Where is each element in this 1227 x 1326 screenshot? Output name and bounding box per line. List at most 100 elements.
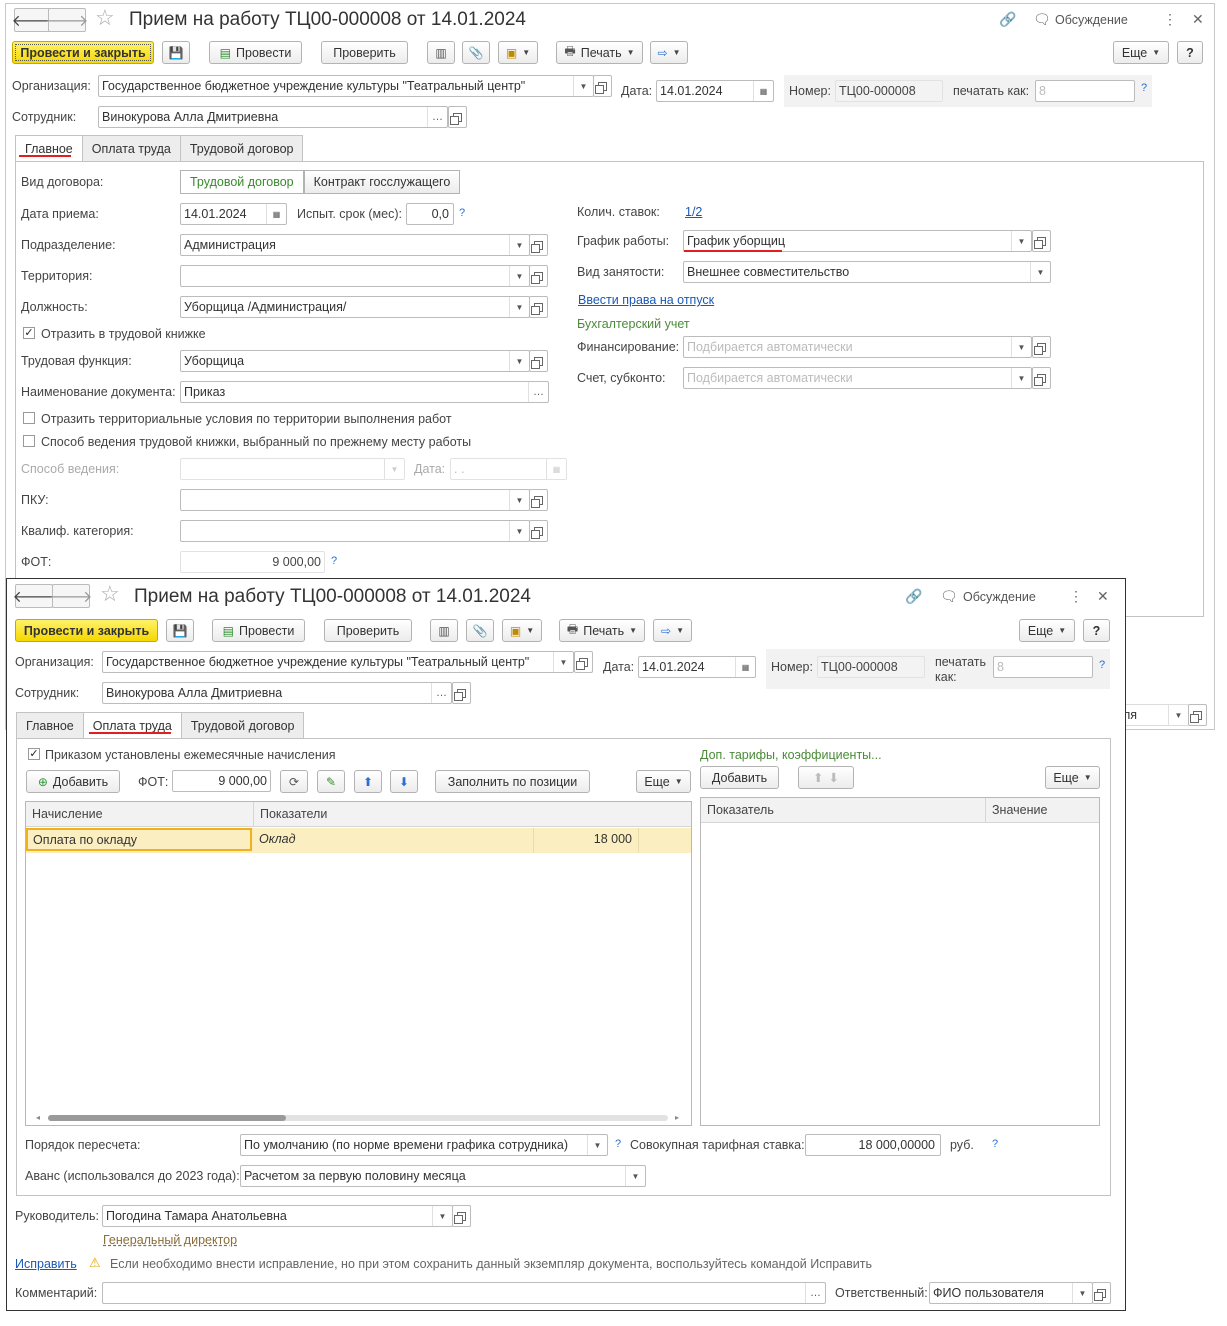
employment-type-field[interactable]: Внешнее совместительство ▼ xyxy=(683,261,1051,283)
date-field[interactable]: 14.01.2024 ▦ xyxy=(656,80,774,102)
schedule-field[interactable]: График уборщиц ▼ xyxy=(683,230,1032,252)
more-vertical-icon[interactable]: ⋮ xyxy=(1163,11,1177,28)
open-financing-button[interactable] xyxy=(1032,336,1051,358)
more-button[interactable]: Еще ▼ xyxy=(1019,619,1075,642)
forward-button[interactable]: 🡒 xyxy=(50,584,92,608)
document-name-field[interactable]: Приказ… xyxy=(180,381,549,403)
organization-field[interactable]: Государственное бюджетное учреждение кул… xyxy=(98,75,594,97)
dropdown-icon[interactable]: ▼ xyxy=(509,521,529,541)
create-based-on-button[interactable]: ▣ ▼ xyxy=(498,41,538,64)
check-button[interactable]: Проверить xyxy=(324,619,412,642)
open-pku-button[interactable] xyxy=(529,489,548,511)
dropdown-icon[interactable]: ▼ xyxy=(573,76,593,96)
column-header-value[interactable]: Значение xyxy=(985,798,1099,823)
cell-indicator[interactable]: Оклад xyxy=(259,832,296,846)
number-field[interactable]: ТЦ00-000008 xyxy=(835,80,943,102)
tab-labor-contract[interactable]: Трудовой договор xyxy=(180,712,305,738)
scroll-left-icon[interactable]: ◂ xyxy=(36,1113,40,1122)
department-field[interactable]: Администрация ▼ xyxy=(180,234,530,256)
column-header-accrual[interactable]: Начисление xyxy=(26,802,253,827)
employee-field[interactable]: Винокурова Алла Дмитриевна… xyxy=(98,106,448,128)
responsible-field[interactable]: ФИО пользователя ▼ xyxy=(929,1282,1093,1304)
favorite-star-icon[interactable]: ☆ xyxy=(95,5,115,31)
contract-option-labor[interactable]: Трудовой договор xyxy=(180,170,304,194)
advance-field[interactable]: Расчетом за первую половину месяца ▼ xyxy=(240,1165,646,1187)
dropdown-icon[interactable]: ▼ xyxy=(553,652,573,672)
dropdown-icon[interactable]: ▼ xyxy=(1011,337,1031,357)
cell-accrual[interactable]: Оплата по окладу xyxy=(26,828,252,851)
post-and-close-button[interactable]: Провести и закрыть xyxy=(15,619,158,642)
open-responsible-button[interactable] xyxy=(1092,1282,1111,1304)
send-button[interactable]: ⇨ ▼ xyxy=(653,619,692,642)
create-based-on-button[interactable]: ▣ ▼ xyxy=(502,619,542,642)
close-icon[interactable]: ✕ xyxy=(1192,11,1204,28)
probation-field[interactable]: 0,0 xyxy=(406,203,454,225)
help-icon[interactable]: ? xyxy=(331,555,337,567)
qualification-field[interactable]: ▼ xyxy=(180,520,530,542)
table-row[interactable]: Оплата по окладу Оклад 18 000 xyxy=(26,828,691,853)
dropdown-icon[interactable]: ▼ xyxy=(509,297,529,317)
open-position-button[interactable] xyxy=(529,296,548,318)
save-button[interactable]: 💾 xyxy=(162,41,190,64)
dropdown-icon[interactable]: ▼ xyxy=(1072,1283,1092,1303)
link-icon[interactable]: 🔗 xyxy=(905,588,922,605)
back-button[interactable]: 🡐 xyxy=(13,584,55,608)
contract-option-civil[interactable]: Контракт госслужащего xyxy=(303,170,461,194)
link-icon[interactable]: 🔗 xyxy=(999,11,1016,28)
indicators-more-button[interactable]: Еще ▼ xyxy=(1045,766,1100,789)
discussion-button[interactable]: Обсуждение xyxy=(1055,13,1128,27)
open-qualification-button[interactable] xyxy=(529,520,548,542)
territorial-conditions-checkbox[interactable] xyxy=(23,412,35,424)
account-field[interactable]: Подбирается автоматически ▼ xyxy=(683,367,1032,389)
date-field[interactable]: 14.01.2024 ▦ xyxy=(638,656,756,678)
dropdown-icon[interactable]: ▼ xyxy=(625,1166,645,1186)
move-up-button[interactable]: ⬆ xyxy=(354,770,382,793)
recalc-field[interactable]: По умолчанию (по норме времени графика с… xyxy=(240,1134,608,1156)
tab-payment[interactable]: Оплата труда xyxy=(82,712,182,739)
fix-link[interactable]: Исправить xyxy=(15,1257,77,1271)
number-field[interactable]: ТЦ00-000008 xyxy=(817,656,925,678)
discussion-icon[interactable]: 🗨 xyxy=(1033,11,1051,28)
dropdown-icon[interactable]: ▼ xyxy=(509,266,529,286)
financing-field[interactable]: Подбирается автоматически ▼ xyxy=(683,336,1032,358)
favorite-star-icon[interactable]: ☆ xyxy=(100,581,120,607)
save-button[interactable]: 💾 xyxy=(166,619,194,642)
help-icon[interactable]: ? xyxy=(615,1138,621,1150)
pku-field[interactable]: ▼ xyxy=(180,489,530,511)
extra-tariffs-link[interactable]: Доп. тарифы, коэффициенты... xyxy=(700,748,882,762)
document-journal-button[interactable]: ▥ xyxy=(430,619,458,642)
monthly-accruals-checkbox[interactable]: ✓ xyxy=(28,748,40,760)
open-territory-button[interactable] xyxy=(529,265,548,287)
open-employee-button[interactable] xyxy=(452,682,471,704)
help-icon[interactable]: ? xyxy=(1141,82,1147,94)
dropdown-icon[interactable]: ▼ xyxy=(432,1206,452,1226)
send-button[interactable]: ⇨ ▼ xyxy=(650,41,688,64)
manager-position-link[interactable]: Генеральный директор xyxy=(103,1233,237,1247)
grid-more-button[interactable]: Еще ▼ xyxy=(636,770,691,793)
indicators-table[interactable]: Показатель Значение xyxy=(700,797,1100,1126)
tab-main[interactable]: Главное xyxy=(15,135,83,162)
print-button[interactable]: 🖶 Печать ▼ xyxy=(559,619,645,642)
rates-link[interactable]: 1/2 xyxy=(685,205,702,219)
comment-field[interactable]: … xyxy=(102,1282,826,1304)
open-employee-button[interactable] xyxy=(448,106,467,128)
manager-field[interactable]: Погодина Тамара Анатольевна ▼ xyxy=(102,1205,453,1227)
column-header-indicator[interactable]: Показатель xyxy=(701,798,985,823)
discussion-icon[interactable]: 🗨 xyxy=(940,588,958,605)
employee-field[interactable]: Винокурова Алла Дмитриевна… xyxy=(102,682,452,704)
position-field[interactable]: Уборщица /Администрация/ ▼ xyxy=(180,296,530,318)
tab-labor-contract[interactable]: Трудовой договор xyxy=(179,135,304,161)
help-button[interactable]: ? xyxy=(1083,619,1110,642)
document-journal-button[interactable]: ▥ xyxy=(427,41,455,64)
attach-button[interactable]: 📎 xyxy=(462,41,490,64)
calendar-icon[interactable]: ▦ xyxy=(266,204,286,224)
hire-date-field[interactable]: 14.01.2024 ▦ xyxy=(180,203,287,225)
fill-by-position-button[interactable]: Заполнить по позиции xyxy=(435,770,590,793)
vacation-rights-link[interactable]: Ввести права на отпуск xyxy=(578,293,714,307)
help-icon[interactable]: ? xyxy=(459,207,465,219)
open-organization-button[interactable] xyxy=(593,75,612,97)
dropdown-icon[interactable]: ▼ xyxy=(1011,231,1031,251)
open-manager-button[interactable] xyxy=(452,1205,471,1227)
attach-button[interactable]: 📎 xyxy=(466,619,494,642)
dropdown-icon[interactable]: ▼ xyxy=(509,235,529,255)
